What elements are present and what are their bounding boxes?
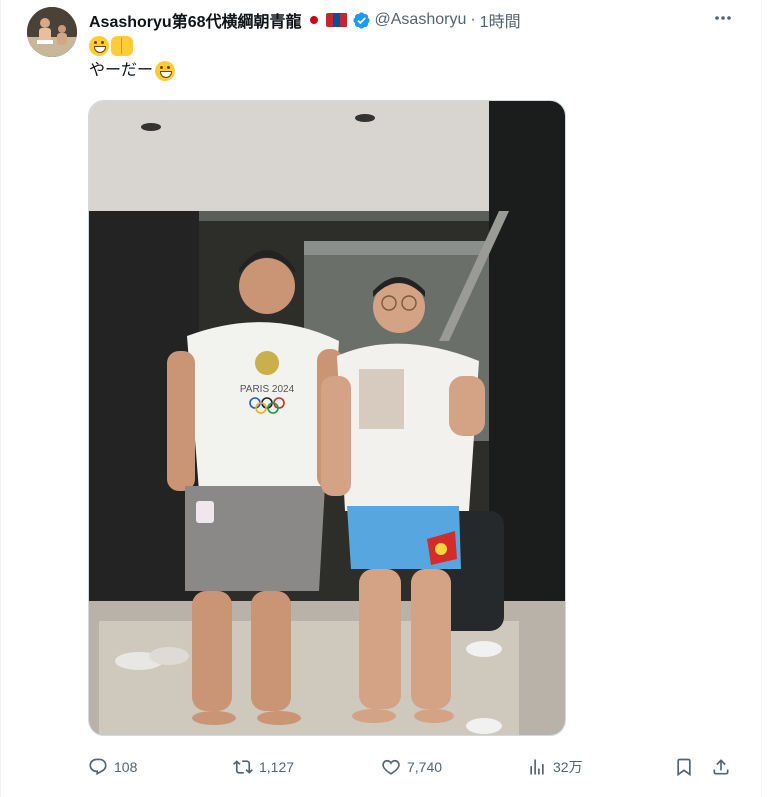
views-button[interactable]: 32万 [527, 752, 583, 782]
retweet-count: 1,127 [259, 759, 295, 775]
like-button[interactable]: 7,740 [381, 752, 442, 782]
user-handle[interactable]: @Asashoryu [375, 11, 467, 29]
timestamp[interactable]: 1時間 [480, 8, 521, 32]
bookmark-icon [677, 758, 691, 777]
bookmark-button[interactable] [674, 752, 694, 782]
tweet-actions: 108 1,127 7,740 32万 [1, 752, 770, 782]
grinning-face-emoji-icon [155, 61, 176, 81]
share-icon [713, 759, 729, 775]
views-chart-icon [530, 759, 544, 775]
separator-dot: · [470, 11, 476, 28]
views-count: 32万 [553, 759, 583, 775]
like-count: 7,740 [407, 759, 443, 775]
display-name[interactable]: Asashoryu第68代横綱朝青龍 [89, 8, 302, 32]
tweet-card[interactable]: Asashoryu第68代横綱朝青龍 @Asashoryu · 1時間 やーだー [0, 0, 762, 797]
tweet-text: やーだー [89, 62, 154, 79]
avatar-image [27, 7, 77, 57]
reply-icon [89, 758, 107, 776]
mongolia-flag-icon [325, 13, 348, 27]
share-button[interactable] [711, 752, 731, 782]
reply-count: 108 [114, 759, 138, 775]
reply-button[interactable]: 108 [88, 752, 137, 782]
shirt-text: PARIS 2024 [240, 384, 295, 395]
raised-hands-emoji-icon [111, 36, 133, 56]
more-dots-icon [715, 16, 731, 20]
retweet-icon [233, 760, 253, 774]
japan-flag-icon [306, 12, 322, 28]
tweet-text-line-1 [89, 36, 135, 56]
avatar[interactable] [27, 7, 77, 57]
photo-image: PARIS 2024 [89, 101, 565, 735]
retweet-button[interactable]: 1,127 [233, 752, 294, 782]
verified-badge-icon [352, 11, 370, 29]
more-options-button[interactable] [709, 8, 737, 28]
grinning-face-emoji-icon [89, 36, 109, 56]
tweet-photo[interactable]: PARIS 2024 [88, 100, 566, 736]
tweet-header: Asashoryu第68代横綱朝青龍 @Asashoryu · 1時間 [89, 8, 521, 32]
tweet-text-line-2: やーだー [89, 60, 177, 82]
heart-icon [382, 759, 400, 775]
